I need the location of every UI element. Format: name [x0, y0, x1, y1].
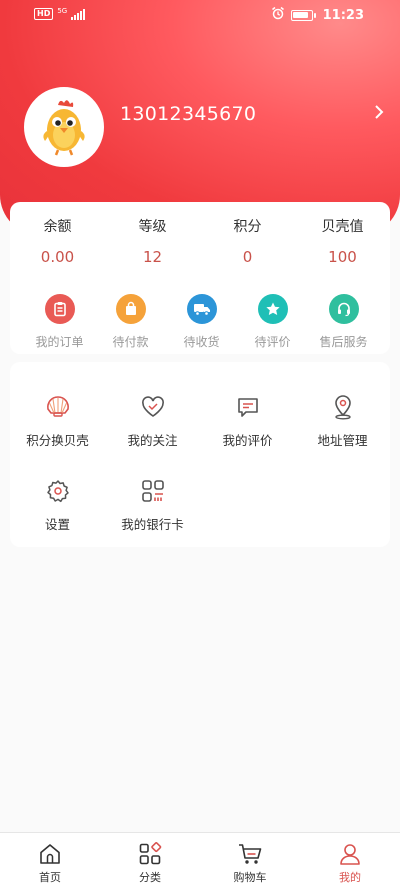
- tab-label: 我的: [339, 871, 361, 884]
- bank-card-icon: [138, 476, 168, 506]
- order-shortcuts: 我的订单 待付款 待收货 待评价 售后服务: [24, 294, 379, 350]
- stat-points[interactable]: 积分 0: [200, 216, 295, 266]
- truck-icon: [186, 294, 217, 324]
- stat-label: 余额: [43, 219, 72, 235]
- stat-value: 100: [328, 248, 357, 266]
- tab-label: 分类: [139, 871, 161, 884]
- menu-label: 我的评价: [222, 433, 273, 448]
- menu-address-management[interactable]: 地址管理: [295, 392, 390, 449]
- cart-icon: [237, 841, 263, 867]
- menu-label: 设置: [44, 517, 70, 532]
- hd-badge: HD: [34, 8, 54, 20]
- user-phone[interactable]: 13012345670: [120, 103, 256, 125]
- order-pending-review[interactable]: 待评价: [237, 294, 308, 350]
- stat-level[interactable]: 等级 12: [105, 216, 200, 266]
- shell-icon: [43, 392, 73, 422]
- stat-balance[interactable]: 余额 0.00: [10, 216, 105, 266]
- alarm-icon: [271, 6, 285, 24]
- gear-icon: [43, 476, 73, 506]
- heart-icon: [138, 392, 168, 422]
- order-pending-payment[interactable]: 待付款: [95, 294, 166, 350]
- headset-icon: [328, 294, 359, 324]
- chevron-right-icon[interactable]: [374, 104, 384, 124]
- menu-bank-cards[interactable]: 我的银行卡: [105, 476, 200, 533]
- tab-label: 首页: [39, 871, 61, 884]
- bottom-tab-bar: 首页 分类 购物车 我的: [0, 832, 400, 889]
- avatar[interactable]: [24, 87, 104, 167]
- menu-label: 地址管理: [317, 433, 368, 448]
- comment-icon: [233, 392, 263, 422]
- stat-value: 0.00: [40, 248, 75, 266]
- stat-label: 等级: [138, 219, 167, 235]
- menu-label: 我的关注: [127, 433, 178, 448]
- order-label: 售后服务: [319, 335, 368, 349]
- feature-menu: 积分换贝壳 我的关注 我的评价 地址管理 设置 我的银行卡: [10, 362, 390, 547]
- stat-shell-value[interactable]: 贝壳值 100: [295, 216, 390, 266]
- order-label: 待评价: [254, 335, 291, 349]
- order-label: 待付款: [112, 335, 149, 349]
- stat-value: 0: [242, 248, 253, 266]
- stat-label: 贝壳值: [321, 219, 364, 235]
- menu-points-exchange[interactable]: 积分换贝壳: [10, 392, 105, 449]
- user-icon: [337, 841, 363, 867]
- clipboard-icon: [44, 294, 75, 324]
- clock: 11:23: [322, 7, 364, 23]
- location-pin-icon: [328, 392, 358, 422]
- home-icon: [37, 841, 63, 867]
- network-type: 5G: [57, 7, 68, 15]
- status-bar: HD 5G 11:23: [0, 0, 400, 28]
- order-pending-delivery[interactable]: 待收货: [166, 294, 237, 350]
- stat-value: 12: [142, 248, 163, 266]
- chick-mascot-icon: [43, 100, 85, 156]
- tab-cart[interactable]: 购物车: [200, 833, 300, 889]
- menu-my-reviews[interactable]: 我的评价: [200, 392, 295, 449]
- tab-label: 购物车: [233, 871, 267, 884]
- menu-my-follows[interactable]: 我的关注: [105, 392, 200, 449]
- order-label: 待收货: [183, 335, 220, 349]
- tab-category[interactable]: 分类: [100, 833, 200, 889]
- star-icon: [257, 294, 288, 324]
- stats-row: 余额 0.00 等级 12 积分 0 贝壳值 100: [10, 216, 390, 266]
- tab-home[interactable]: 首页: [0, 833, 100, 889]
- stat-label: 积分: [233, 219, 262, 235]
- order-label: 我的订单: [35, 335, 84, 349]
- shopping-bag-icon: [115, 294, 146, 324]
- menu-label: 我的银行卡: [121, 517, 184, 532]
- menu-label: 积分换贝壳: [26, 433, 89, 448]
- category-icon: [137, 841, 163, 867]
- account-card: 余额 0.00 等级 12 积分 0 贝壳值 100 我的订单 待付款 待收货 …: [10, 202, 390, 354]
- battery-icon: [290, 9, 316, 21]
- menu-settings[interactable]: 设置: [10, 476, 105, 533]
- order-all[interactable]: 我的订单: [24, 294, 95, 350]
- order-after-sales[interactable]: 售后服务: [308, 294, 379, 350]
- signal-icon: [71, 8, 86, 20]
- tab-mine[interactable]: 我的: [300, 833, 400, 889]
